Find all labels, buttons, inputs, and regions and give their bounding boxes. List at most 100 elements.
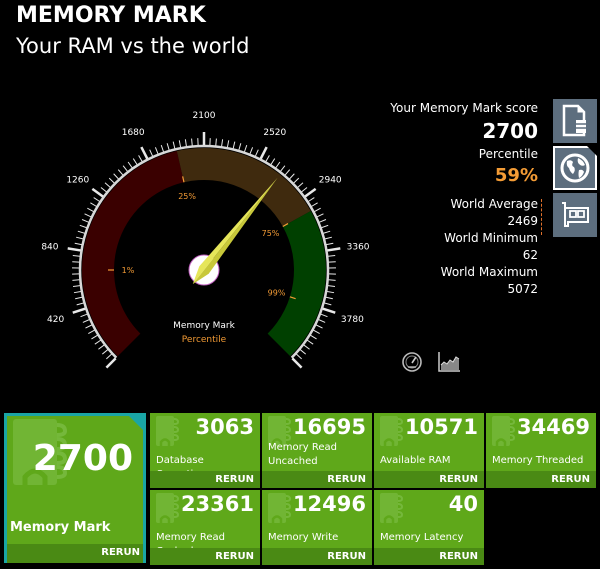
tile-memory-read-uncached[interactable]: 16695 Memory Read Uncached RERUN <box>262 413 372 488</box>
chart-view-button[interactable] <box>437 351 461 377</box>
gauge-tick-label: 1260 <box>66 175 89 185</box>
gauge-minor-tick <box>149 149 154 157</box>
tile-memory-threaded[interactable]: 34469 Memory Threaded RERUN <box>486 413 596 488</box>
gauge-minor-tick <box>191 138 193 146</box>
world-compare-button[interactable] <box>553 146 597 190</box>
gauge-minor-tick <box>75 296 83 300</box>
gauge-minor-tick <box>297 182 304 188</box>
gauge-major-tick <box>91 187 104 198</box>
gauge-minor-tick <box>160 144 164 152</box>
gauge-minor-tick <box>313 329 320 335</box>
percentile-marker-label: 75% <box>262 229 280 238</box>
gauge-minor-tick <box>154 147 159 154</box>
memory-card-icon <box>562 202 589 227</box>
gauge-minor-tick <box>108 177 115 184</box>
gauge-minor-tick <box>310 334 317 340</box>
gauge-minor-tick <box>314 207 321 212</box>
gauge-minor-tick <box>296 353 302 360</box>
gauge-minor-tick <box>254 149 259 157</box>
gauge-minor-tick <box>104 182 111 188</box>
gauge-minor-tick <box>328 279 336 281</box>
gauge-view-button[interactable] <box>401 351 423 377</box>
gauge-minor-tick <box>323 230 331 234</box>
percentile-marker-label: 1% <box>122 266 135 275</box>
tile-value: 23361 <box>180 492 254 516</box>
gauge-major-tick <box>259 146 268 160</box>
rerun-button[interactable]: RERUN <box>374 471 484 488</box>
tile-database-operations[interactable]: 3063Database OperationsRERUN <box>150 413 260 488</box>
gauge-minor-tick <box>244 144 248 152</box>
tile-memory-write[interactable]: 12496 Memory Write RERUN <box>262 490 372 565</box>
tile-value: 12496 <box>292 492 366 516</box>
rerun-button[interactable]: RERUN <box>7 544 143 563</box>
gauge-minor-tick <box>84 213 92 218</box>
gauge-minor-tick <box>172 141 176 149</box>
gauge-minor-tick <box>325 296 333 300</box>
gauge-minor-tick <box>79 224 87 229</box>
gauge-minor-tick <box>94 339 101 345</box>
gauge-center-sublabel: Percentile <box>182 335 227 345</box>
gauge-tick-label: 2100 <box>193 111 216 121</box>
gauge-minor-tick <box>226 140 230 148</box>
rerun-button[interactable]: RERUN <box>374 548 484 565</box>
gauge-minor-tick <box>74 242 82 246</box>
gauge-minor-tick <box>72 279 80 281</box>
score-label: Your Memory Mark score <box>390 101 538 115</box>
gauge-minor-tick <box>138 155 143 162</box>
rerun-button[interactable]: RERUN <box>150 548 260 565</box>
gauge-minor-tick <box>311 202 318 207</box>
rerun-button[interactable]: RERUN <box>262 471 372 488</box>
gauge-major-tick <box>72 307 86 314</box>
tile-value: 2700 <box>32 438 133 479</box>
gauge-band-1 <box>176 148 311 227</box>
app-subtitle: Your RAM vs the world <box>16 34 250 58</box>
world-minimum-value: 62 <box>522 248 538 262</box>
memory-ghost-icon <box>156 416 180 446</box>
gauge-minor-tick <box>307 339 314 345</box>
gauge-minor-tick <box>299 349 307 355</box>
gauge-tick-label: 840 <box>41 243 58 253</box>
gauge-minor-tick <box>91 334 98 340</box>
gauge-minor-tick <box>127 161 133 169</box>
gauge-minor-tick <box>82 319 90 323</box>
percentile-marker-label: 99% <box>268 289 286 298</box>
gauge-minor-tick <box>328 255 336 257</box>
gauge-minor-tick <box>270 158 276 165</box>
tile-memory-mark[interactable]: 2700 Memory Mark RERUN <box>4 413 146 563</box>
rerun-button[interactable]: RERUN <box>262 548 372 565</box>
gauge-minor-tick <box>76 302 84 306</box>
hardware-info-button[interactable] <box>553 193 597 237</box>
gauge-minor-tick <box>93 197 100 202</box>
gauge-minor-tick <box>80 313 88 318</box>
tile-value: 10571 <box>404 415 478 439</box>
tile-label: Memory Write <box>268 532 339 543</box>
area-chart-icon <box>438 352 460 372</box>
gauge-minor-tick <box>324 236 332 240</box>
gauge-minor-tick <box>88 329 95 335</box>
rerun-button[interactable]: RERUN <box>486 471 596 488</box>
test-tiles: 2700 Memory Mark RERUN 3063Database Oper… <box>0 411 600 569</box>
gauge-minor-tick <box>289 173 295 180</box>
percentile-marker-label: 25% <box>178 192 196 201</box>
gauge-minor-tick <box>101 349 109 355</box>
memory-file-button[interactable] <box>553 99 597 143</box>
score-value: 2700 <box>482 119 538 143</box>
gauge-minor-tick <box>72 285 81 288</box>
gauge-minor-tick <box>308 197 315 202</box>
score-panel: Your Memory Mark score 2700 Percentile 5… <box>338 100 538 298</box>
tile-label: Available RAM <box>380 455 451 466</box>
gauge-minor-tick <box>166 143 170 151</box>
gauge-major-tick <box>67 247 81 252</box>
rerun-button[interactable]: RERUN <box>150 471 260 488</box>
tile-memory-read-cached[interactable]: 23361Memory Read CachedRERUN <box>150 490 260 565</box>
gauge-minor-tick <box>320 313 328 318</box>
tile-available-ram[interactable]: 10571 Available RAM RERUN <box>374 413 484 488</box>
globe-icon <box>560 153 590 183</box>
gauge-major-tick <box>322 307 336 314</box>
gauge-minor-tick <box>265 155 270 162</box>
gauge-minor-tick <box>284 169 291 176</box>
gauge-minor-tick <box>316 213 324 218</box>
tile-memory-latency[interactable]: 40 Memory Latency RERUN <box>374 490 484 565</box>
gauge-minor-tick <box>275 161 281 169</box>
tile-value: 3063 <box>195 415 254 439</box>
